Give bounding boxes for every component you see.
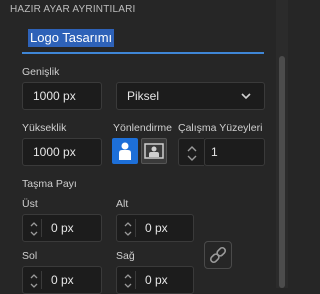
artboards-input[interactable]: 1 [204,138,265,166]
bleed-top-stepper[interactable] [27,219,42,237]
width-value: 1000 px [33,89,76,103]
width-label: Genişlik [22,66,60,78]
bleed-left-value: 0 px [51,273,74,287]
landscape-icon [144,143,164,159]
height-value: 1000 px [33,145,76,159]
artboards-stepper[interactable] [178,138,204,166]
bleed-right-stepper[interactable] [121,271,136,289]
bleed-top-label: Üst [22,198,38,210]
height-input[interactable]: 1000 px [22,138,102,166]
bleed-bottom-stepper[interactable] [121,219,136,237]
section-title: HAZIR AYAR AYRINTILARI [10,4,136,15]
units-select[interactable]: Piksel [116,82,265,110]
bleed-bottom-input[interactable]: 0 px [116,214,194,242]
orientation-label: Yönlendirme [113,122,172,134]
scrollbar[interactable] [276,0,288,288]
orientation-landscape-button[interactable] [141,138,167,164]
stepper-arrows-icon [30,274,38,288]
preset-name-field[interactable]: Logo Tasarımı [22,26,264,54]
chevron-down-icon [241,93,251,100]
link-bleed-button[interactable] [204,241,232,269]
units-value: Piksel [127,89,160,103]
artboards-label: Çalışma Yüzeyleri [178,122,263,134]
bleed-left-input[interactable]: 0 px [22,266,102,294]
portrait-icon [119,142,131,160]
bleed-bottom-value: 0 px [145,221,168,235]
bleed-top-input[interactable]: 0 px [22,214,102,242]
bleed-bottom-label: Alt [116,198,129,210]
stepper-arrows-icon [124,274,132,288]
height-label: Yükseklik [22,122,67,134]
bleed-left-stepper[interactable] [27,271,42,289]
bleed-label: Taşma Payı [22,178,77,190]
width-input[interactable]: 1000 px [22,82,102,110]
bleed-right-label: Sağ [116,250,135,262]
orientation-portrait-button[interactable] [112,138,138,164]
bleed-right-value: 0 px [145,273,168,287]
stepper-arrows-icon [124,222,132,236]
bleed-left-label: Sol [22,250,38,262]
stepper-arrows-icon [187,146,197,161]
bleed-top-value: 0 px [51,221,74,235]
artboards-value: 1 [211,145,218,159]
scrollbar-thumb[interactable] [279,56,285,288]
link-icon [209,246,227,264]
preset-name-text: Logo Tasarımı [28,29,115,47]
stepper-arrows-icon [30,222,38,236]
bleed-right-input[interactable]: 0 px [116,266,194,294]
